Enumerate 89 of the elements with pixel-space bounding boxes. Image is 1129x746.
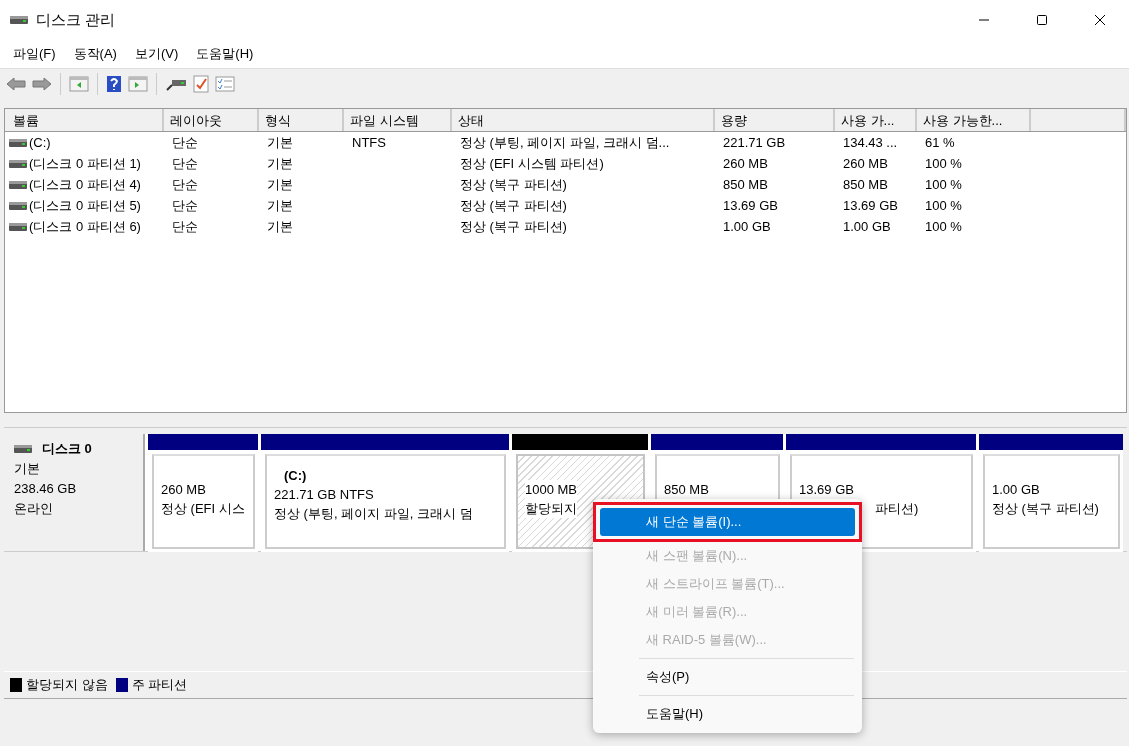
window-title: 디스크 관리 bbox=[36, 10, 117, 30]
table-cell: 단순 bbox=[172, 175, 198, 194]
help-icon[interactable] bbox=[106, 75, 122, 93]
table-cell: 260 MB bbox=[723, 156, 768, 171]
partition-size: 13.69 GB bbox=[799, 481, 854, 499]
menu-item[interactable]: 속성(P) bbox=[600, 663, 855, 691]
partition-size: 260 MB bbox=[161, 481, 206, 499]
column-header[interactable]: 파일 시스템 bbox=[344, 109, 452, 131]
legend-label: 주 파티션 bbox=[131, 676, 188, 694]
table-cell: (C:) bbox=[29, 135, 51, 150]
legend-label: 할당되지 않음 bbox=[26, 676, 108, 694]
table-cell: (디스크 0 파티션 1) bbox=[29, 154, 141, 173]
drive-icon bbox=[9, 158, 27, 169]
table-cell: 134.43 ... bbox=[843, 135, 898, 150]
partition-title: (C:) bbox=[283, 467, 308, 485]
menu-item[interactable]: 도움말(H) bbox=[187, 43, 263, 65]
disk-name: 디스크 0 bbox=[42, 440, 92, 458]
column-header[interactable]: 상태 bbox=[452, 109, 715, 131]
partition-box[interactable]: (C:) 221.71 GB NTFS 정상 (부팅, 페이지 파일, 크래시 덤 bbox=[265, 454, 506, 549]
table-cell: 850 MB bbox=[723, 177, 768, 192]
table-cell: 기본 bbox=[267, 196, 293, 215]
table-cell: 단순 bbox=[172, 196, 198, 215]
menu-item[interactable]: 도움말(H) bbox=[600, 700, 855, 728]
back-icon[interactable] bbox=[6, 76, 26, 92]
table-cell: 기본 bbox=[267, 217, 293, 236]
partition-status: 정상 (EFI 시스 bbox=[161, 500, 245, 518]
partition-box[interactable]: 260 MB 정상 (EFI 시스 bbox=[152, 454, 255, 549]
partition-status: 정상 (부팅, 페이지 파일, 크래시 덤 bbox=[274, 505, 473, 523]
column-header[interactable]: 볼륨 bbox=[5, 109, 164, 131]
disk-status: 온라인 bbox=[14, 500, 54, 518]
table-cell: 1.00 GB bbox=[843, 219, 891, 234]
partition-status: 할당되지 bbox=[525, 499, 577, 518]
table-cell: (디스크 0 파티션 4) bbox=[29, 175, 141, 194]
table-cell: 100 % bbox=[925, 177, 962, 192]
table-cell: 기본 bbox=[267, 175, 293, 194]
drive-icon bbox=[9, 137, 27, 148]
table-cell: 단순 bbox=[172, 154, 198, 173]
table-cell: 100 % bbox=[925, 156, 962, 171]
window-pane-icon[interactable] bbox=[69, 76, 89, 92]
menu-item[interactable]: 새 단순 볼륨(I)... bbox=[600, 508, 855, 536]
table-cell: (디스크 0 파티션 5) bbox=[29, 196, 141, 215]
menu-item[interactable]: 보기(V) bbox=[125, 43, 188, 65]
table-cell: 61 % bbox=[925, 135, 955, 150]
table-cell: 기본 bbox=[267, 133, 293, 152]
table-cell: 221.71 GB bbox=[723, 135, 786, 150]
drive-icon bbox=[9, 179, 27, 190]
close-icon bbox=[1094, 14, 1106, 26]
check-document-icon[interactable] bbox=[193, 75, 209, 93]
drive-icon bbox=[9, 200, 27, 211]
partition-size: 1000 MB bbox=[525, 480, 578, 499]
column-header[interactable]: 용량 bbox=[715, 109, 835, 131]
drive-icon bbox=[14, 444, 32, 454]
partition-status: 정상 (복구 파티션) bbox=[992, 500, 1099, 518]
drive-icon bbox=[9, 221, 27, 232]
table-cell: 정상 (EFI 시스템 파티션) bbox=[460, 154, 604, 173]
menu-item[interactable]: 파일(F) bbox=[4, 43, 65, 65]
partition-box[interactable]: 1.00 GB 정상 (복구 파티션) bbox=[983, 454, 1120, 549]
disk-size: 238.46 GB bbox=[14, 480, 78, 498]
table-cell: 260 MB bbox=[843, 156, 888, 171]
table-cell: 13.69 GB bbox=[723, 198, 778, 213]
menu-item[interactable]: 동작(A) bbox=[64, 43, 126, 65]
table-cell: 100 % bbox=[925, 198, 962, 213]
table-cell: 정상 (복구 파티션) bbox=[460, 217, 567, 236]
table-cell: 단순 bbox=[172, 217, 198, 236]
column-header[interactable]: 형식 bbox=[259, 109, 344, 131]
table-cell: 정상 (복구 파티션) bbox=[460, 196, 567, 215]
app-icon bbox=[10, 15, 28, 25]
checklist-icon[interactable] bbox=[215, 76, 235, 92]
table-cell: (디스크 0 파티션 6) bbox=[29, 217, 141, 236]
forward-icon[interactable] bbox=[32, 76, 52, 92]
table-cell: 정상 (부팅, 페이지 파일, 크래시 덤... bbox=[460, 133, 670, 152]
partition-size: 850 MB bbox=[664, 481, 709, 499]
disk-type: 기본 bbox=[14, 460, 41, 478]
table-cell: 850 MB bbox=[843, 177, 888, 192]
partition-status: 파티션) bbox=[874, 500, 919, 518]
table-cell: 단순 bbox=[172, 133, 198, 152]
table-cell: 1.00 GB bbox=[723, 219, 771, 234]
column-header[interactable]: 레이아웃 bbox=[164, 109, 259, 131]
column-header[interactable]: 사용 가... bbox=[835, 109, 917, 131]
maximize-icon bbox=[1036, 14, 1048, 26]
partition-size: 1.00 GB bbox=[992, 481, 1040, 499]
table-cell: 기본 bbox=[267, 154, 293, 173]
table-cell: 13.69 GB bbox=[843, 198, 898, 213]
table-cell: NTFS bbox=[352, 135, 386, 150]
table-cell: 100 % bbox=[925, 219, 962, 234]
partition-size: 221.71 GB NTFS bbox=[274, 486, 374, 504]
window-pane-icon[interactable] bbox=[128, 76, 148, 92]
column-header[interactable]: 사용 가능한... bbox=[917, 109, 1031, 131]
table-cell: 정상 (복구 파티션) bbox=[460, 175, 567, 194]
